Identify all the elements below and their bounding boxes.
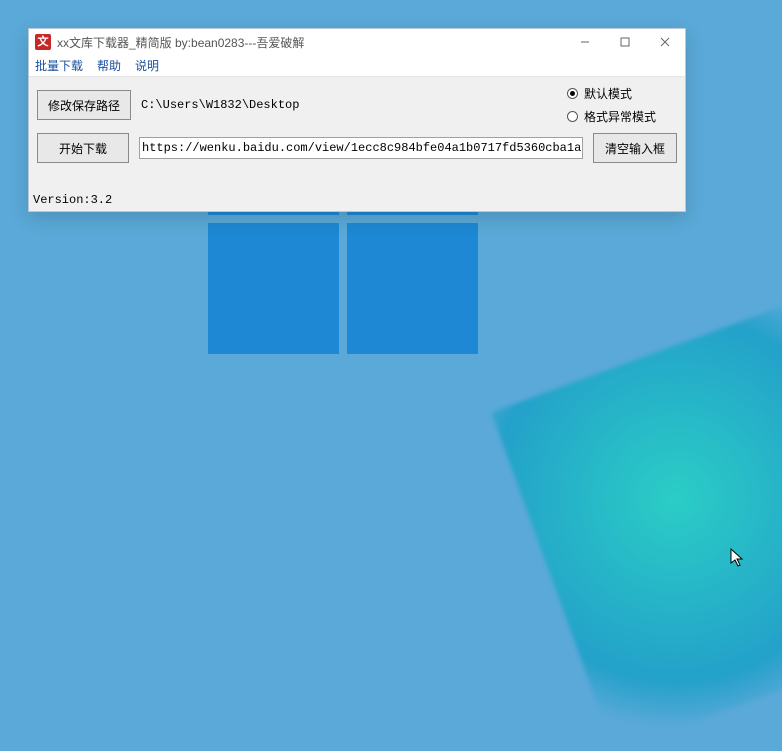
mode-format-error[interactable]: 格式异常模式	[567, 108, 677, 125]
menu-about[interactable]: 说明	[135, 57, 159, 74]
menu-batch-download[interactable]: 批量下载	[35, 57, 83, 74]
mode-default-label: 默认模式	[584, 85, 632, 102]
background-swoosh	[491, 289, 782, 750]
minimize-button[interactable]	[565, 29, 605, 55]
start-download-button[interactable]: 开始下载	[37, 133, 129, 163]
save-path-label: C:\Users\W1832\Desktop	[141, 98, 557, 112]
window-title: xx文库下载器_精简版 by:bean0283---吾爱破解	[57, 34, 565, 51]
menu-help[interactable]: 帮助	[97, 57, 121, 74]
titlebar: 文 xx文库下载器_精简版 by:bean0283---吾爱破解	[29, 29, 685, 55]
radio-default-icon	[567, 88, 578, 99]
path-row: 修改保存路径 C:\Users\W1832\Desktop 默认模式 格式异常模…	[37, 85, 677, 125]
maximize-button[interactable]	[605, 29, 645, 55]
radio-format-error-icon	[567, 111, 578, 122]
client-area: 修改保存路径 C:\Users\W1832\Desktop 默认模式 格式异常模…	[29, 77, 685, 167]
download-row: 开始下载 https://wenku.baidu.com/view/1ecc8c…	[37, 133, 677, 163]
app-window: 文 xx文库下载器_精简版 by:bean0283---吾爱破解 批量下载 帮助…	[28, 28, 686, 212]
clear-input-button[interactable]: 清空输入框	[593, 133, 677, 163]
mode-format-error-label: 格式异常模式	[584, 108, 656, 125]
version-label: Version:3.2	[33, 193, 112, 207]
mode-default[interactable]: 默认模式	[567, 85, 677, 102]
url-input[interactable]: https://wenku.baidu.com/view/1ecc8c984bf…	[139, 137, 583, 159]
app-icon: 文	[35, 34, 51, 50]
change-path-button[interactable]: 修改保存路径	[37, 90, 131, 120]
menubar: 批量下载 帮助 说明	[29, 55, 685, 77]
close-button[interactable]	[645, 29, 685, 55]
mode-group: 默认模式 格式异常模式	[567, 85, 677, 125]
